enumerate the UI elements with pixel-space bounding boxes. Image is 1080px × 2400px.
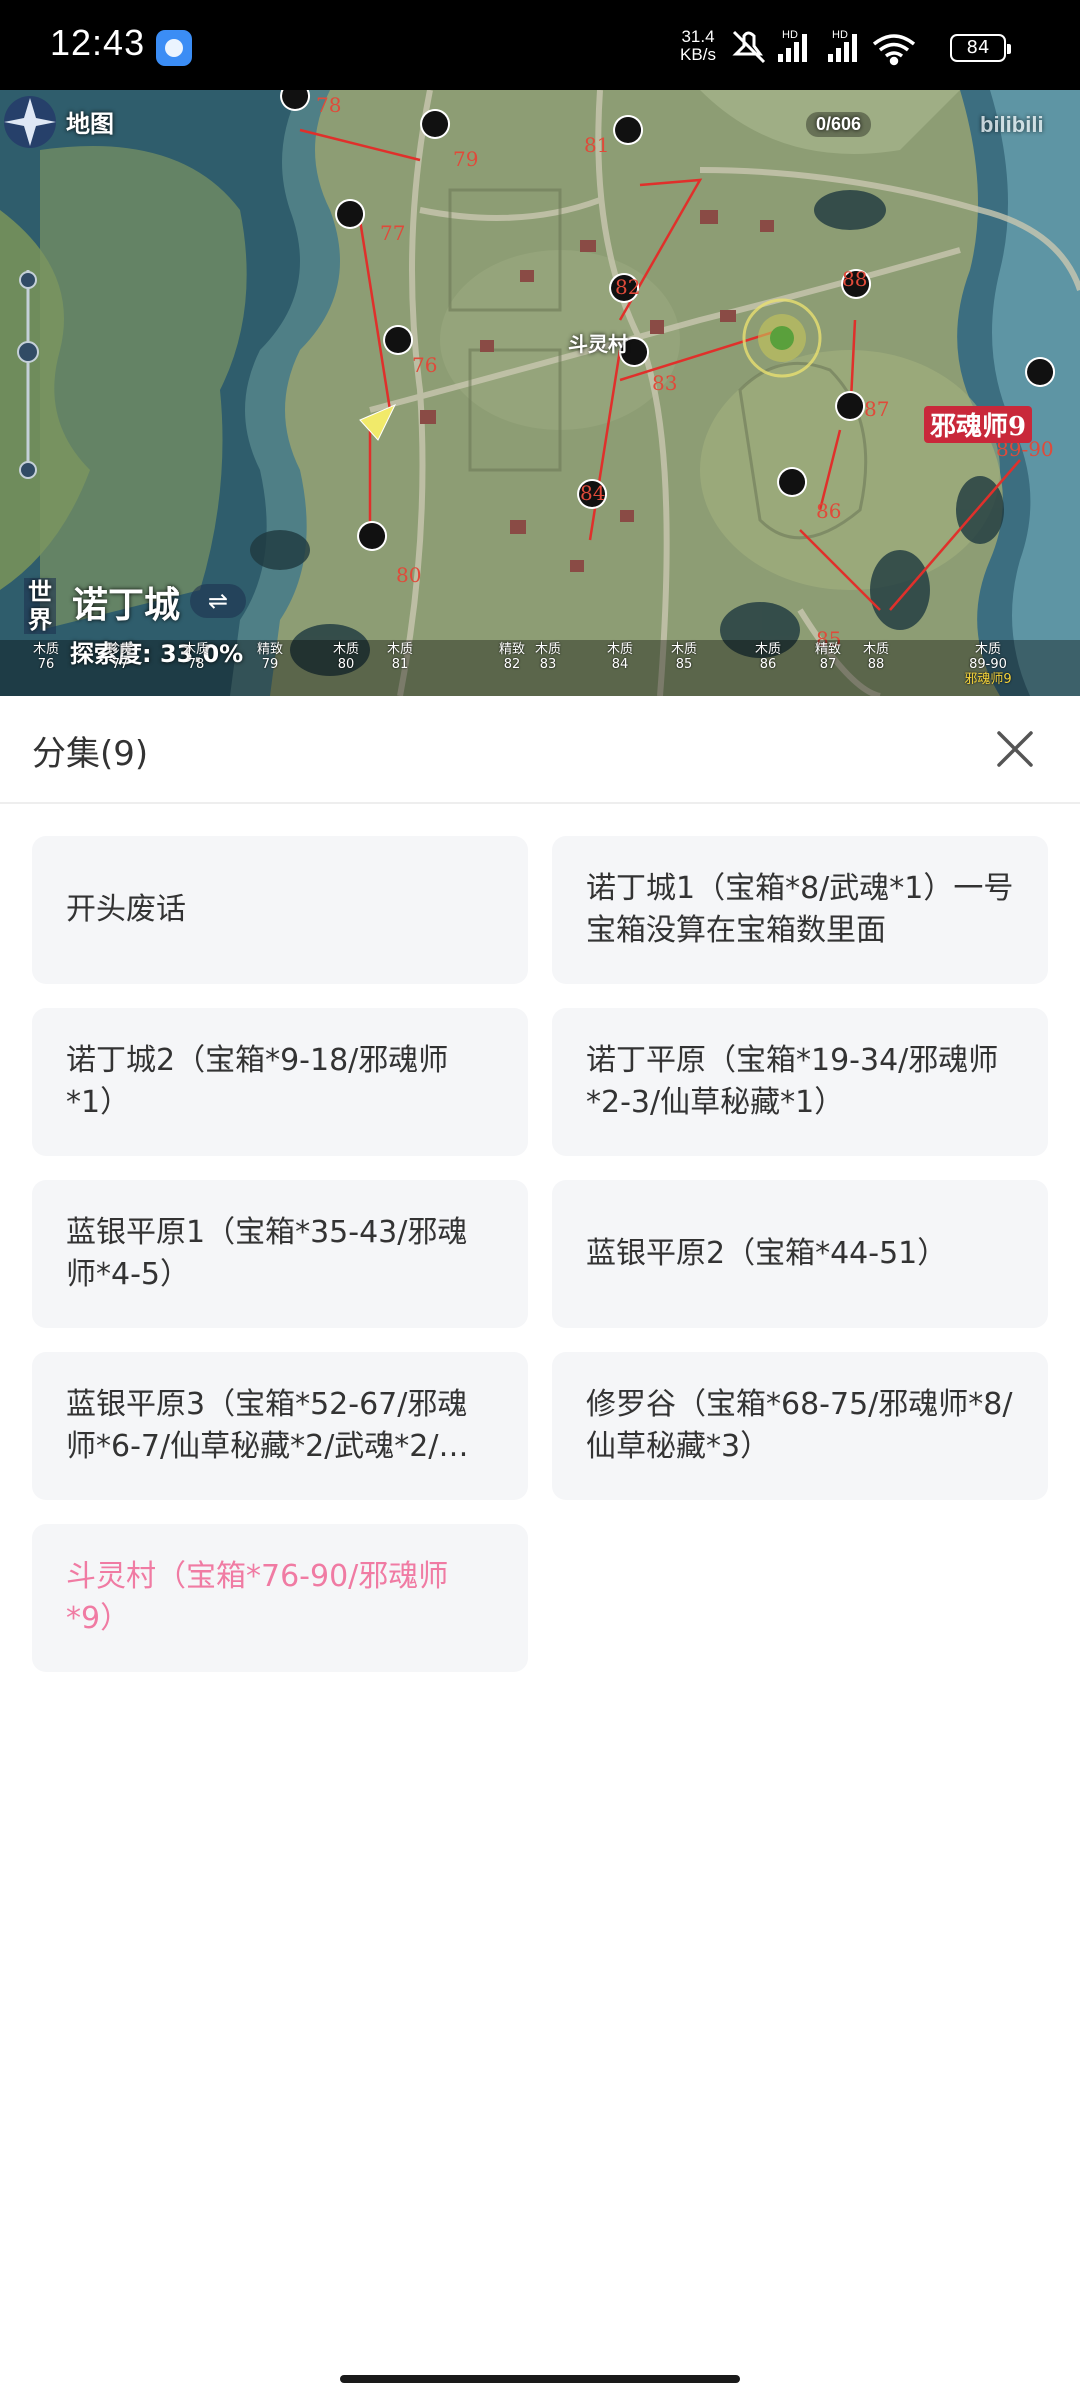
timeline-tag: 精致 [256,642,283,657]
timeline-num: 78 [187,657,205,672]
timeline-tag: 木质 [386,642,413,657]
app-notification-icon [156,30,192,66]
timeline-num: 79 [261,657,279,672]
timeline-marker: 木质 88 [848,642,904,672]
timeline-marker: 精致 79 [242,642,298,672]
svg-text:80: 80 [396,563,421,587]
city-name: 诺丁城 [72,584,181,626]
wifi-icon [872,34,916,66]
battery-indicator: 84 [950,34,1011,62]
timeline-tag: 木质 [974,642,1001,657]
world-label: 世界 [24,578,56,634]
episode-label: 诺丁城2（宝箱*9-18/邪魂师*1） [66,1043,449,1120]
episode-item[interactable]: 蓝银平原2（宝箱*44-51） [552,1180,1048,1328]
network-speed: 31.4 KB/s [680,27,716,64]
status-bar: 12:43 31.4 KB/s HD HD 84 [0,0,1080,90]
timeline-num: 89-90 [969,657,1007,672]
svg-text:88: 88 [842,267,867,291]
timeline-num: 86 [759,657,777,672]
close-icon[interactable] [990,724,1040,774]
timeline-marker: 珍贵 77 [92,642,148,672]
timeline-tag: 木质 [862,642,889,657]
timeline-num: 77 [111,657,129,672]
svg-text:HD: HD [782,29,798,41]
episode-label: 诺丁平原（宝箱*19-34/邪魂师*2-3/仙草秘藏*1） [586,1043,999,1120]
episode-item[interactable]: 蓝银平原1（宝箱*35-43/邪魂师*4-5） [32,1180,528,1328]
episode-label: 蓝银平原1（宝箱*35-43/邪魂师*4-5） [66,1215,468,1292]
sheet-header: 分集(9) [0,696,1080,804]
timeline-num: 83 [539,657,557,672]
timeline-num: 76 [37,657,55,672]
episode-item[interactable]: 修罗谷（宝箱*68-75/邪魂师*8/仙草秘藏*3） [552,1352,1048,1500]
svg-text:86: 86 [816,499,841,523]
svg-text:81: 81 [584,133,609,157]
timeline-num: 81 [391,657,409,672]
village-name: 斗灵村 [568,332,628,356]
svg-text:87: 87 [864,397,889,421]
episode-label: 蓝银平原3（宝箱*52-67/邪魂师*6-7/仙草秘藏*2/武魂*2/… [66,1387,469,1464]
timeline-marker: 木质 85 [656,642,712,672]
timeline-extra: 邪魂师9 [964,672,1012,687]
svg-text:77: 77 [380,221,405,245]
home-indicator[interactable] [340,2375,740,2383]
episode-label: 开头废话 [66,892,186,927]
timeline-tag: 珍贵 [106,642,133,657]
episode-item[interactable]: 蓝银平原3（宝箱*52-67/邪魂师*6-7/仙草秘藏*2/武魂*2/… [32,1352,528,1500]
episode-label: 修罗谷（宝箱*68-75/邪魂师*8/仙草秘藏*3） [586,1387,1013,1464]
episode-sheet: 分集(9) 开头废话 诺丁城1（宝箱*8/武魂*1）一号宝箱没算在宝箱数里面诺丁城… [0,696,1080,2400]
timeline-tag: 木质 [332,642,359,657]
timeline-marker: 木质 86 [740,642,796,672]
chest-counter: 0/606 [806,112,872,137]
status-time: 12:43 [50,22,146,63]
map-compass-icon [4,96,56,148]
mute-icon [732,30,766,64]
timeline-marker: 木质 83 [520,642,576,672]
timeline-num: 80 [337,657,355,672]
video-player[interactable]: 78 79 77 76 80 81 82 83 84 86 87 88 89-90 85 地图 斗… [0,90,1080,696]
svg-text:79: 79 [453,147,478,171]
timeline-num: 84 [611,657,629,672]
svg-text:78: 78 [316,93,341,117]
timeline-tag: 木质 [606,642,633,657]
svg-text:76: 76 [412,353,437,377]
timeline-marker: 木质 80 [318,642,374,672]
sheet-title: 分集(9) [32,734,149,774]
episode-label: 斗灵村（宝箱*76-90/邪魂师*9） [66,1559,449,1636]
evil-master-label: 邪魂师9 [924,406,1033,443]
signal-icon: HD [778,29,807,62]
switch-region-icon[interactable]: ⇌ [190,584,246,618]
timeline-tag: 木质 [534,642,561,657]
svg-text:84: 84 [580,481,605,505]
map-title: 地图 [66,109,114,138]
episode-label: 蓝银平原2（宝箱*44-51） [586,1236,948,1271]
timeline-tag: 木质 [670,642,697,657]
chest-timeline: 木质 76 珍贵 77 木质 78 精致 79 木质 80 木质 81 精致 82 木质 83 木质 84 木质 85… [0,638,1080,696]
timeline-tag: 木质 [32,642,59,657]
timeline-num: 88 [867,657,885,672]
timeline-tag: 木质 [754,642,781,657]
episode-item[interactable]: 诺丁平原（宝箱*19-34/邪魂师*2-3/仙草秘藏*1） [552,1008,1048,1156]
episode-item[interactable]: 诺丁城2（宝箱*9-18/邪魂师*1） [32,1008,528,1156]
signal-icon-2: HD [828,29,857,62]
timeline-marker: 木质 89-90 邪魂师9 [960,642,1016,687]
timeline-num: 85 [675,657,693,672]
timeline-tag: 木质 [182,642,209,657]
timeline-marker: 木质 84 [592,642,648,672]
svg-text:83: 83 [652,371,677,395]
svg-text:HD: HD [832,29,848,41]
episode-label: 诺丁城1（宝箱*8/武魂*1）一号宝箱没算在宝箱数里面 [586,871,1014,948]
watermark: bilibili [980,112,1044,137]
timeline-marker: 木质 81 [372,642,428,672]
timeline-marker: 木质 76 [18,642,74,672]
timeline-marker: 木质 78 [168,642,224,672]
episode-item[interactable]: 开头废话 [32,836,528,984]
status-icons: HD HD [732,29,916,66]
episode-item[interactable]: 斗灵村（宝箱*76-90/邪魂师*9） [32,1524,528,1672]
episode-item[interactable]: 诺丁城1（宝箱*8/武魂*1）一号宝箱没算在宝箱数里面 [552,836,1048,984]
svg-text:82: 82 [615,275,640,299]
